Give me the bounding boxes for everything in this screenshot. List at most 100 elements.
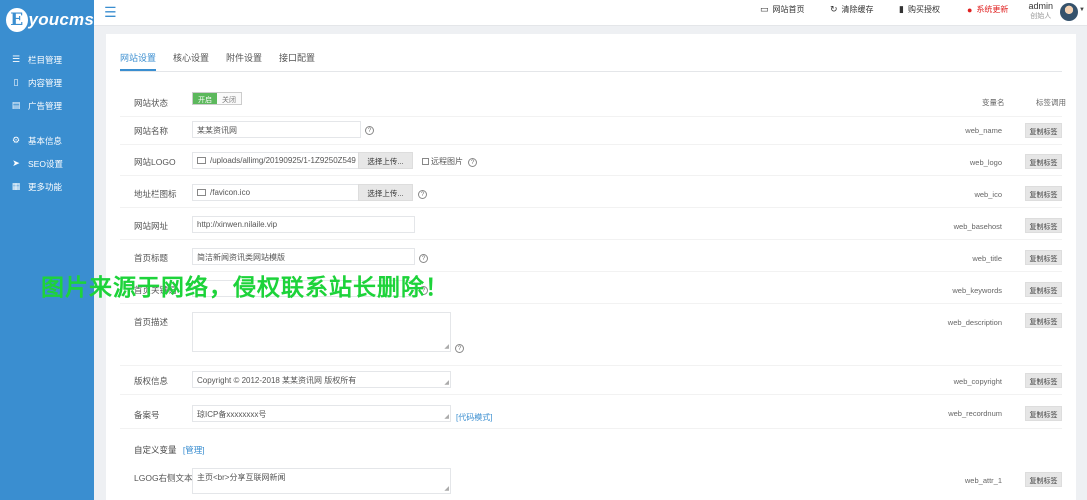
clear-cache-label: 清除缓存	[841, 5, 874, 14]
sidebar-item-content-manage[interactable]: ▯ 内容管理	[0, 71, 94, 94]
var-name: web_name	[965, 126, 1002, 135]
home-title-input[interactable]: 简洁新闻资讯类网站模版	[192, 248, 415, 265]
copy-tag-button[interactable]: 复制标签	[1025, 123, 1062, 138]
grid-icon: ▦	[11, 181, 21, 191]
hamburger-menu-icon[interactable]: ☰	[104, 4, 117, 21]
custom-vars-label: 自定义变量	[134, 445, 177, 455]
document-icon: ▤	[11, 100, 21, 110]
sidebar: E youcms ☰ 栏目管理 ▯ 内容管理 ▤ 广告管理 ⚙ 基本信息 ➤ S…	[0, 0, 94, 500]
help-icon[interactable]: ?	[418, 190, 427, 199]
var-name: web_title	[972, 254, 1002, 263]
custom-vars-manage-link[interactable]: [管理]	[183, 445, 205, 455]
logo-right-text-textarea[interactable]: 主页<br>分享互联网新闻 ◢	[192, 468, 451, 494]
help-icon[interactable]: ?	[468, 158, 477, 167]
upload-logo-button[interactable]: 选择上传...	[358, 152, 413, 169]
field-label: 首页描述	[134, 317, 169, 327]
site-url-input[interactable]: http://xinwen.nilaile.vip	[192, 216, 415, 233]
site-home-label: 网站首页	[772, 5, 805, 14]
field-label: 备案号	[134, 410, 160, 420]
copy-tag-button[interactable]: 复制标签	[1025, 313, 1062, 328]
var-name: web_ico	[974, 190, 1002, 199]
row-site-logo: 网站LOGO /uploads/allimg/20190925/1-1Z9250…	[120, 148, 1062, 176]
copy-tag-button[interactable]: 复制标签	[1025, 373, 1062, 388]
field-label: 网站名称	[134, 126, 169, 136]
sidebar-item-basic-info[interactable]: ⚙ 基本信息	[0, 129, 94, 152]
watermark-text: 图片来源于网络，侵权联系站长删除！	[41, 274, 449, 300]
home-description-textarea[interactable]: ◢	[192, 312, 451, 352]
row-site-status: 网站状态 开启 关闭	[120, 89, 1062, 117]
var-name: web_logo	[969, 158, 1002, 167]
field-label: 网站状态	[134, 98, 169, 108]
send-icon: ➤	[12, 158, 20, 168]
logo-right-text-value: 主页<br>分享互联网新闻	[197, 473, 286, 482]
tab-attachment-settings[interactable]: 附件设置	[226, 51, 262, 71]
tab-bar: 网站设置 核心设置 附件设置 接口配置	[120, 51, 332, 71]
status-on-option[interactable]: 开启	[193, 93, 217, 104]
sidebar-item-ad-manage[interactable]: ▤ 广告管理	[0, 94, 94, 117]
copyright-value: Copyright © 2012-2018 某某资讯网 版权所有	[197, 376, 357, 385]
copy-tag-button[interactable]: 复制标签	[1025, 186, 1062, 201]
copyright-textarea[interactable]: Copyright © 2012-2018 某某资讯网 版权所有 ◢	[192, 371, 451, 388]
tab-interface-config[interactable]: 接口配置	[279, 51, 315, 71]
sidebar-item-label: 更多功能	[28, 181, 63, 192]
upload-ico-button[interactable]: 选择上传...	[358, 184, 413, 201]
copy-tag-button[interactable]: 复制标签	[1025, 250, 1062, 265]
status-off-option[interactable]: 关闭	[217, 93, 241, 104]
logo-text: youcms	[28, 10, 94, 29]
file-icon: ▯	[13, 77, 19, 87]
remote-image-checkbox[interactable]: 远程图片	[422, 156, 463, 167]
sidebar-item-label: 栏目管理	[28, 54, 63, 65]
sidebar-item-label: 基本信息	[28, 135, 63, 146]
copy-tag-button[interactable]: 复制标签	[1025, 282, 1062, 297]
resize-handle-icon[interactable]: ◢	[444, 379, 449, 386]
row-site-url: 网站网址 http://xinwen.nilaile.vip web_baseh…	[120, 212, 1062, 240]
sidebar-item-seo[interactable]: ➤ SEO设置	[0, 152, 94, 175]
image-icon	[197, 189, 206, 196]
tab-divider	[120, 71, 1062, 72]
copy-tag-button[interactable]: 复制标签	[1025, 218, 1062, 233]
copy-tag-button[interactable]: 复制标签	[1025, 472, 1062, 487]
caret-down-icon[interactable]: ▼	[1079, 7, 1085, 13]
ico-path-value: /favicon.ico	[210, 188, 251, 197]
system-update-label: 系统更新	[976, 5, 1009, 14]
resize-handle-icon[interactable]: ◢	[444, 413, 449, 420]
remote-image-label: 远程图片	[431, 157, 463, 166]
record-number-value: 琼ICP备xxxxxxxx号	[197, 410, 267, 419]
admin-info[interactable]: admin 创始人	[1028, 1, 1053, 21]
logo-path-input[interactable]: /uploads/allimg/20190925/1-1Z9250Z549	[192, 152, 359, 169]
avatar[interactable]	[1060, 3, 1078, 21]
help-icon[interactable]: ?	[419, 254, 428, 263]
site-name-input[interactable]: 某某资讯网	[192, 121, 361, 138]
sidebar-item-column-manage[interactable]: ☰ 栏目管理	[0, 48, 94, 71]
help-icon[interactable]: ?	[455, 344, 464, 353]
resize-handle-icon[interactable]: ◢	[444, 485, 449, 492]
field-label: 网站LOGO	[134, 157, 176, 167]
logo[interactable]: E youcms	[0, 0, 94, 40]
ico-path-input[interactable]: /favicon.ico	[192, 184, 359, 201]
admin-name: admin	[1028, 1, 1053, 11]
buy-license-label: 购买授权	[907, 5, 940, 14]
resize-handle-icon[interactable]: ◢	[444, 343, 449, 350]
clear-cache-link[interactable]: ↻ 清除缓存	[830, 4, 874, 15]
copy-tag-button[interactable]: 复制标签	[1025, 154, 1062, 169]
help-icon[interactable]: ?	[365, 126, 374, 135]
var-name: web_basehost	[953, 222, 1002, 231]
image-icon	[197, 157, 206, 164]
sidebar-item-more[interactable]: ▦ 更多功能	[0, 175, 94, 198]
copy-tag-button[interactable]: 复制标签	[1025, 406, 1062, 421]
admin-role: 创始人	[1030, 13, 1052, 20]
site-home-link[interactable]: ▭ 网站首页	[760, 4, 805, 15]
code-mode-link[interactable]: [代码模式]	[456, 412, 492, 423]
settings-panel: 网站设置 核心设置 附件设置 接口配置 变量名 标签调用 网站状态 开启 关闭 …	[106, 34, 1076, 500]
tab-core-settings[interactable]: 核心设置	[173, 51, 209, 71]
row-home-description: 首页描述 ◢ ? web_description 复制标签	[120, 308, 1062, 366]
field-label: 版权信息	[134, 376, 169, 386]
record-number-textarea[interactable]: 琼ICP备xxxxxxxx号 ◢	[192, 405, 451, 422]
checkbox-icon	[422, 158, 429, 165]
sidebar-item-label: 广告管理	[28, 100, 63, 111]
system-update-link[interactable]: ● 系统更新	[967, 4, 1008, 15]
logo-mark: E	[6, 8, 28, 32]
status-toggle[interactable]: 开启 关闭	[192, 92, 242, 105]
buy-license-link[interactable]: ▮ 购买授权	[899, 4, 940, 15]
tab-site-settings[interactable]: 网站设置	[120, 51, 157, 71]
